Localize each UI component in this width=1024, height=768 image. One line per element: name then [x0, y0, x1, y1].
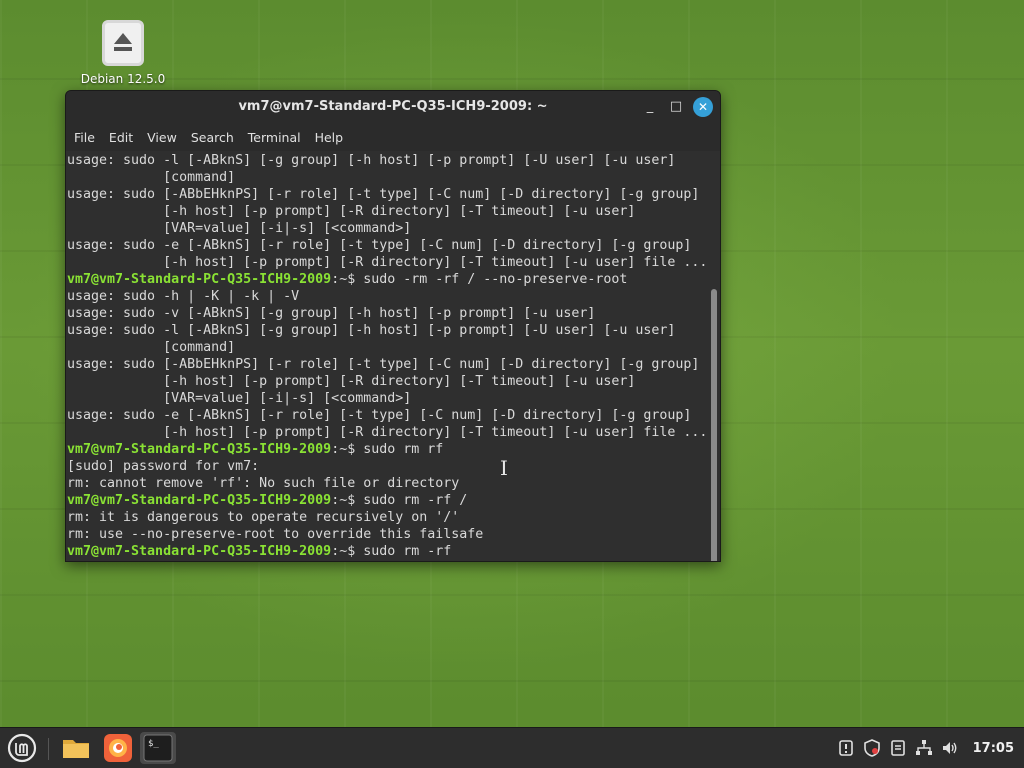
menu-help[interactable]: Help	[315, 130, 344, 145]
terminal-output-line: rm: cannot remove 'rf': No such file or …	[67, 476, 460, 491]
terminal-command-line: vm7@vm7-Standard-PC-Q35-ICH9-2009:~$ sud…	[67, 492, 720, 509]
terminal-output-line: [-h host] [-p prompt] [-R directory] [-T…	[67, 374, 636, 389]
menu-file[interactable]: File	[74, 130, 95, 145]
menu-edit[interactable]: Edit	[109, 130, 133, 145]
terminal-command-line: vm7@vm7-Standard-PC-Q35-ICH9-2009:~$ sud…	[67, 271, 720, 288]
terminal-command-text: $ sudo rm rf	[347, 442, 444, 457]
terminal-prompt-path: :~	[331, 544, 348, 559]
terminal-icon[interactable]: $_	[140, 732, 176, 764]
terminal-command-line: vm7@vm7-Standard-PC-Q35-ICH9-2009:~$ sud…	[67, 441, 720, 458]
terminal-output-line: [command]	[67, 340, 236, 355]
menu-terminal[interactable]: Terminal	[248, 130, 301, 145]
terminal-output-line: [command]	[67, 170, 236, 185]
close-button[interactable]: ✕	[693, 97, 713, 117]
terminal-output-line: usage: sudo -l [-ABknS] [-g group] [-h h…	[67, 323, 676, 338]
text-cursor-icon: I	[500, 456, 508, 480]
terminal-output-line: [-h host] [-p prompt] [-R directory] [-T…	[67, 255, 708, 270]
terminal-command-text: $ sudo rm -rf /	[347, 493, 468, 508]
terminal-prompt: vm7@vm7-Standard-PC-Q35-ICH9-2009	[67, 544, 332, 559]
terminal-output-line: usage: sudo -h | -K | -k | -V	[67, 289, 300, 304]
terminal-command-text: $ sudo -rm -rf / --no-preserve-root	[347, 272, 628, 287]
terminal-output-line: usage: sudo -e [-ABknS] [-r role] [-t ty…	[67, 408, 692, 423]
terminal-prompt-path: :~	[331, 493, 348, 508]
taskbar: $_ 17:05	[0, 727, 1024, 768]
menu-view[interactable]: View	[147, 130, 177, 145]
terminal-prompt-path: :~	[331, 272, 348, 287]
system-tray: 17:05	[829, 728, 1014, 768]
update-icon[interactable]	[837, 739, 855, 757]
terminal-output[interactable]: usage: sudo -l [-ABknS] [-g group] [-h h…	[66, 151, 720, 561]
desktop-icon-debian-disc[interactable]: Debian 12.5.0	[78, 20, 168, 86]
shield-icon[interactable]	[863, 739, 881, 757]
terminal-output-line: [sudo] password for vm7:	[67, 459, 260, 474]
eject-icon	[102, 20, 144, 66]
terminal-output-line: usage: sudo -v [-ABknS] [-g group] [-h h…	[67, 306, 596, 321]
volume-icon[interactable]	[941, 739, 959, 757]
terminal-window[interactable]: vm7@vm7-Standard-PC-Q35-ICH9-2009: ~ _ □…	[65, 90, 721, 562]
window-title: vm7@vm7-Standard-PC-Q35-ICH9-2009: ~	[238, 99, 548, 114]
clipboard-icon[interactable]	[889, 739, 907, 757]
terminal-command-text: $ sudo rm -rf	[347, 544, 452, 559]
terminal-prompt-path: :~	[331, 442, 348, 457]
firefox-icon[interactable]	[102, 732, 134, 764]
menu-bar: File Edit View Search Terminal Help	[66, 123, 720, 151]
terminal-scrollbar[interactable]	[711, 289, 717, 561]
terminal-prompt: vm7@vm7-Standard-PC-Q35-ICH9-2009	[67, 493, 332, 508]
terminal-output-line: usage: sudo [-ABbEHknPS] [-r role] [-t t…	[67, 187, 700, 202]
clock[interactable]: 17:05	[973, 741, 1014, 756]
terminal-output-line: usage: sudo -l [-ABknS] [-g group] [-h h…	[67, 153, 676, 168]
terminal-output-line: [-h host] [-p prompt] [-R directory] [-T…	[67, 204, 636, 219]
taskbar-separator	[48, 738, 49, 760]
svg-text:$_: $_	[148, 739, 159, 749]
terminal-prompt: vm7@vm7-Standard-PC-Q35-ICH9-2009	[67, 272, 332, 287]
files-icon[interactable]	[60, 732, 92, 764]
menu-icon[interactable]	[6, 732, 38, 764]
menu-search[interactable]: Search	[191, 130, 234, 145]
maximize-button[interactable]: □	[666, 97, 686, 117]
terminal-output-line: usage: sudo -e [-ABknS] [-r role] [-t ty…	[67, 238, 692, 253]
network-icon[interactable]	[915, 739, 933, 757]
minimize-button[interactable]: _	[640, 97, 660, 117]
terminal-output-line: rm: it is dangerous to operate recursive…	[67, 510, 460, 525]
terminal-prompt: vm7@vm7-Standard-PC-Q35-ICH9-2009	[67, 442, 332, 457]
window-titlebar[interactable]: vm7@vm7-Standard-PC-Q35-ICH9-2009: ~ _ □…	[66, 91, 720, 123]
terminal-output-line: [-h host] [-p prompt] [-R directory] [-T…	[67, 425, 708, 440]
desktop-icon-label: Debian 12.5.0	[80, 72, 166, 86]
terminal-command-line: vm7@vm7-Standard-PC-Q35-ICH9-2009:~$ sud…	[67, 543, 720, 560]
terminal-output-line: usage: sudo [-ABbEHknPS] [-r role] [-t t…	[67, 357, 700, 372]
terminal-output-line: rm: use --no-preserve-root to override t…	[67, 527, 484, 542]
terminal-output-line: [VAR=value] [-i|-s] [<command>]	[67, 221, 412, 236]
terminal-output-line: [VAR=value] [-i|-s] [<command>]	[67, 391, 412, 406]
